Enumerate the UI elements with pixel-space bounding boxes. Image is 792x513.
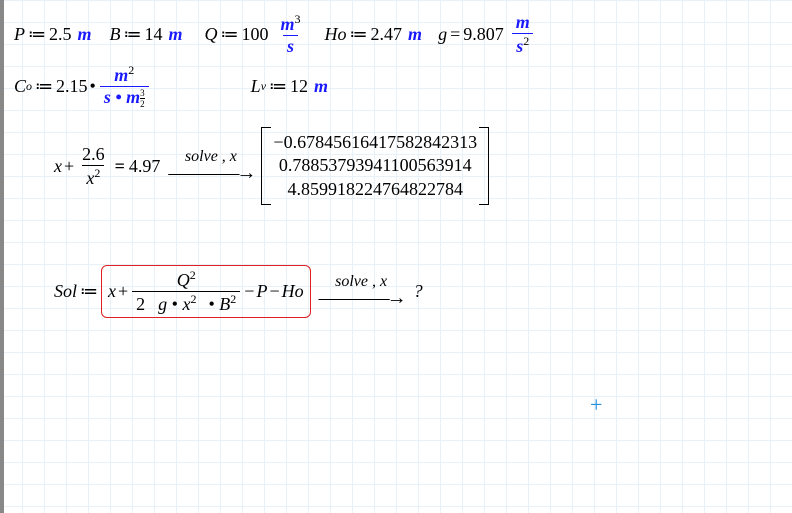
var-x: x — [108, 281, 116, 302]
unit-fraction: m2 s • m32 — [100, 63, 149, 109]
assign-op: ≔ — [269, 76, 287, 97]
val-Co: 2.15 — [56, 76, 88, 97]
unit-fraction: m3 s — [277, 12, 305, 57]
bold-equals: = — [115, 156, 125, 177]
arrow-icon: ――――→ — [319, 287, 404, 310]
solution-1: 0.78853793941100563914 — [279, 154, 472, 177]
solve-arrow: solve , x ――――→ — [168, 148, 253, 185]
val-Q: 100 — [242, 24, 269, 45]
assign-op: ≔ — [35, 76, 53, 97]
var-P: P — [14, 24, 25, 45]
val-P: 2.5 — [49, 24, 72, 45]
worksheet-content: P ≔ 2.5 m B ≔ 14 m Q ≔ 100 m3 s Ho ≔ 2.4… — [0, 0, 792, 318]
bracket-left-icon — [261, 127, 271, 205]
var-g: g — [438, 24, 447, 45]
sub-o: o — [26, 79, 32, 94]
val-Ho: 2.47 — [371, 24, 403, 45]
var-Sol: Sol — [54, 281, 77, 302]
error-result: ? — [414, 281, 423, 302]
var-Ho: Ho — [325, 24, 347, 45]
bracket-right-icon — [479, 127, 489, 205]
cursor-crosshair-icon: + — [590, 392, 602, 418]
var-P: P — [256, 281, 267, 302]
unit-m: m — [408, 24, 422, 45]
unit-m: m — [78, 24, 92, 45]
val-B: 14 — [145, 24, 163, 45]
solve-arrow: solve , x ――――→ — [319, 273, 404, 310]
solve-equation-1[interactable]: x + 2.6 x2 = 4.97 solve , x ――――→ −0.678… — [54, 127, 792, 205]
definitions-row-2[interactable]: Co ≔ 2.15 • m2 s • m32 Lv ≔ 12 m — [14, 63, 792, 109]
assign-op: ≔ — [124, 24, 142, 45]
assign-op: ≔ — [28, 24, 46, 45]
assign-op: ≔ — [80, 281, 98, 302]
var-Q: Q — [205, 24, 218, 45]
minus-op: − — [244, 281, 254, 302]
solution-0: −0.67845616417582842313 — [273, 131, 477, 154]
solve-equation-2[interactable]: Sol ≔ x + Q2 2 g • x2 • B2 − P − — [54, 265, 792, 318]
dot-op: • — [90, 76, 96, 97]
arrow-icon: ――――→ — [168, 162, 253, 185]
minus-op: − — [269, 281, 279, 302]
var-x: x — [54, 156, 62, 177]
var-Lv: L — [251, 76, 261, 97]
var-Co: C — [14, 76, 26, 97]
assign-op: ≔ — [221, 24, 239, 45]
solution-matrix: −0.67845616417582842313 0.78853793941100… — [261, 127, 489, 205]
var-Ho: Ho — [282, 281, 304, 302]
worksheet-left-border — [0, 0, 4, 513]
fraction: Q2 2 g • x2 • B2 — [132, 268, 240, 315]
equals-op: = — [450, 24, 460, 45]
definitions-row-1[interactable]: P ≔ 2.5 m B ≔ 14 m Q ≔ 100 m3 s Ho ≔ 2.4… — [14, 12, 792, 57]
plus-op: + — [118, 281, 128, 302]
val-g: 9.807 — [463, 24, 504, 45]
unit-fraction: m s2 — [512, 12, 534, 57]
sub-v: v — [261, 79, 266, 94]
plus-op: + — [64, 156, 74, 177]
var-B: B — [110, 24, 121, 45]
assign-op: ≔ — [350, 24, 368, 45]
unit-m: m — [169, 24, 183, 45]
val-Lv: 12 — [290, 76, 308, 97]
solution-2: 4.859918224764822784 — [288, 178, 464, 201]
unit-m: m — [314, 76, 328, 97]
error-highlight[interactable]: x + Q2 2 g • x2 • B2 − P − Ho — [101, 265, 311, 318]
fraction: 2.6 x2 — [78, 144, 109, 189]
rhs-value: 4.97 — [129, 156, 161, 177]
